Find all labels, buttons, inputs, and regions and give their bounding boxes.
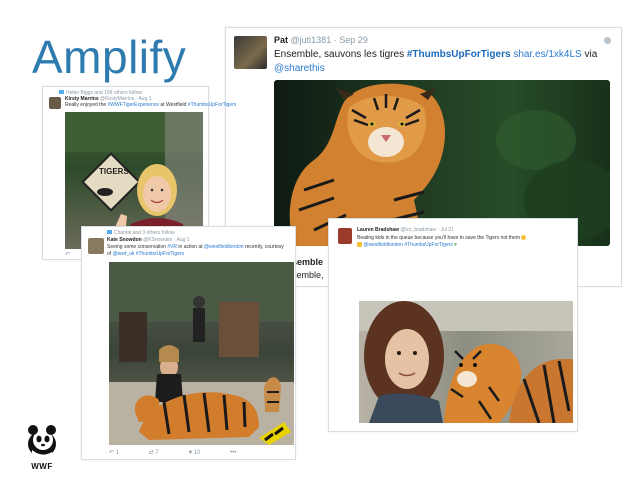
tiger-statue-illustration [109, 262, 294, 445]
tweet-text: Beating kids in the queue because you'll… [357, 235, 527, 249]
url-link[interactable]: shar.es/1xk4LS [513, 49, 581, 60]
follow-note: Chantal and 3 others follow [107, 230, 175, 236]
tweet-separator: · [333, 35, 337, 45]
slide-title: Amplify [32, 31, 187, 83]
tweet-text: Seeing some conservation #VR in action a… [107, 244, 284, 257]
hashtag-link[interactable]: #ThumbsUpForTigers [404, 242, 452, 248]
hashtag-link[interactable]: #ThumbsUpForTigers [407, 49, 511, 60]
tweet-actions: ↶ 1 ⇄ 7 ♥ 10 ••• [109, 449, 250, 456]
retweet-icon [59, 90, 64, 94]
more-options-button[interactable]: ••• [230, 450, 236, 456]
mention-link[interactable]: @sharethis [274, 63, 325, 74]
avatar[interactable] [234, 36, 267, 69]
hashtag-link[interactable]: #WWFTigerExperience [108, 102, 160, 108]
selfie-with-tigers-illustration [359, 301, 573, 423]
tweet-date[interactable]: Jul 21 [440, 227, 453, 233]
like-button[interactable]: ♥ 10 [188, 450, 214, 456]
hashtag-link[interactable]: #ThumbsUpForTigers [188, 102, 236, 108]
tweet-card-lauren[interactable]: Lauren Bradshaw @lzz_bradshaw · Jul 21 B… [328, 218, 578, 432]
follow-icon [107, 230, 112, 234]
reply-button[interactable]: ↶ 1 [109, 450, 133, 456]
retweet-button[interactable]: ⇄ 7 [149, 450, 173, 456]
tweet-author[interactable]: Pat [274, 35, 288, 45]
tweet-gear-icon[interactable] [604, 37, 611, 44]
panda-icon [28, 425, 56, 458]
wwf-logo: WWF [26, 424, 58, 471]
tweet-text: Really enjoyed the #WWFTigerExperience a… [65, 102, 237, 108]
tweet-handle[interactable]: @lzz_bradshaw [400, 227, 436, 233]
mention-link[interactable]: @westfieldlondon [204, 244, 244, 250]
thumbs-up-emoji-icon [357, 242, 362, 248]
mention-link[interactable]: @westfieldlondon [363, 242, 403, 248]
tweet-date[interactable]: Aug 1 [177, 237, 190, 243]
tweet-handle[interactable]: @KSnowden [143, 237, 172, 243]
tweet-handle[interactable]: @juti1381 [291, 35, 332, 45]
tweet-author[interactable]: Lauren Bradshaw [357, 227, 399, 233]
tweet-card-kate[interactable]: Chantal and 3 others follow Kate Snowdon… [81, 226, 296, 460]
hashtag-link[interactable]: #ThumbsUpForTigers [136, 251, 184, 257]
reply-icon[interactable]: ↶ [65, 252, 70, 258]
sign-text: TIGERS [99, 167, 129, 176]
wwf-logo-text: WWF [31, 462, 53, 471]
avatar[interactable] [88, 238, 104, 254]
avatar[interactable] [49, 97, 61, 109]
tweet-text: Ensemble, sauvons les tigres #ThumbsUpFo… [274, 49, 598, 74]
mention-link[interactable]: @wwf_uk [113, 251, 135, 257]
tweet-photo[interactable] [359, 301, 573, 423]
green-heart-emoji-icon: ♥ [454, 242, 458, 248]
hidden-tweet-fragment: semble semble, [292, 257, 324, 280]
tweet-date[interactable]: Sep 29 [339, 35, 368, 45]
tweet-author[interactable]: Kate Snowdon [107, 237, 142, 243]
tweet-photo[interactable] [109, 262, 294, 445]
laughing-emoji-icon [521, 235, 527, 241]
hashtag-link[interactable]: #VR [167, 244, 177, 250]
avatar[interactable] [338, 228, 352, 244]
